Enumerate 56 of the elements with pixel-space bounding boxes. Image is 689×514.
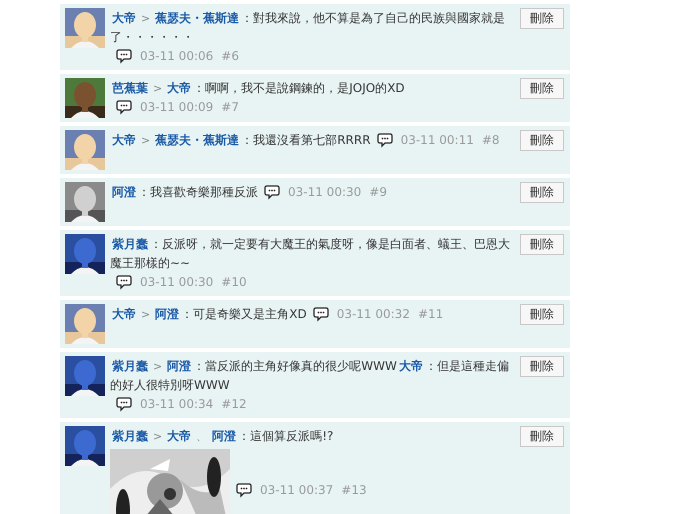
comment-text: 紫月蠢 > 阿澄 ：當反派的主角好像真的很少呢WWW 大帝 ：但是這種走偏的好人很特別呀WWW <box>110 358 510 394</box>
user-link[interactable]: 蕉瑟夫・蕉斯達 <box>155 133 240 147</box>
reply-icon[interactable] <box>116 396 132 412</box>
user-link[interactable]: 大帝 <box>112 307 136 321</box>
user-link[interactable]: 阿澄 <box>167 359 192 373</box>
delete-button[interactable]: 刪除 <box>520 426 564 447</box>
timestamp: 03-11 00:30 <box>140 275 214 289</box>
user-link[interactable]: 紫月蠢 <box>112 359 148 373</box>
user-link[interactable]: 大帝 <box>112 133 136 147</box>
user-link[interactable]: 芭蕉葉 <box>112 81 148 95</box>
timestamp: 03-11 00:06 <box>140 49 214 63</box>
floor-number: #9 <box>369 185 387 199</box>
reply-icon[interactable] <box>236 482 252 498</box>
comment-text: 大帝 > 阿澄 ：可是奇樂又是主角XD <box>111 306 307 323</box>
floor-number: #13 <box>341 483 367 497</box>
reply-icon[interactable] <box>116 274 132 290</box>
reply-icon[interactable] <box>312 306 329 322</box>
comment-text: 紫月蠢 > 大帝 、 阿澄 ：這個算反派嗎!? <box>111 428 334 445</box>
floor-number: #10 <box>221 275 247 289</box>
floor-number: #7 <box>221 100 239 114</box>
user-link[interactable]: 阿澄 <box>212 429 236 443</box>
timestamp: 03-11 00:09 <box>140 100 214 114</box>
user-link[interactable]: 阿澄 <box>155 307 180 321</box>
user-link[interactable]: 蕉瑟夫・蕉斯達 <box>155 11 240 25</box>
floor-number: #11 <box>418 307 444 321</box>
timestamp: 03-11 00:30 <box>288 185 362 199</box>
comment-text: 芭蕉葉 > 大帝 ：啊啊，我不是說鋼鍊的，是JOJO的XD <box>111 80 405 97</box>
delete-button[interactable]: 刪除 <box>520 304 564 325</box>
timestamp: 03-11 00:34 <box>140 397 214 411</box>
reply-icon[interactable] <box>116 99 132 115</box>
delete-button[interactable]: 刪除 <box>520 8 564 29</box>
delete-button[interactable]: 刪除 <box>520 356 564 377</box>
user-link[interactable]: 阿澄 <box>112 185 136 199</box>
comment-text: 紫月蠢 ：反派呀，就一定要有大魔王的氣度呀，像是白面者、蟻王、巴恩大魔王那樣的~~ <box>110 236 511 272</box>
timestamp: 03-11 00:11 <box>400 133 474 147</box>
reply-icon[interactable] <box>376 132 393 148</box>
reply-icon[interactable] <box>116 48 132 64</box>
user-link[interactable]: 大帝 <box>167 81 192 95</box>
user-link[interactable]: 大帝 <box>167 429 192 443</box>
user-link[interactable]: 紫月蠢 <box>112 429 148 443</box>
delete-button[interactable]: 刪除 <box>520 234 564 255</box>
timestamp: 03-11 00:32 <box>336 307 410 321</box>
timestamp: 03-11 00:37 <box>260 483 334 497</box>
reply-icon[interactable] <box>264 184 280 200</box>
comment-text: 大帝 > 蕉瑟夫・蕉斯達 ：我還沒看第七部RRRR <box>111 132 371 149</box>
floor-number: #8 <box>482 133 500 147</box>
user-link[interactable]: 大帝 <box>112 11 136 25</box>
floor-number: #6 <box>221 49 239 63</box>
user-link[interactable]: 紫月蠢 <box>112 237 148 251</box>
comment-text: 阿澄 ：我喜歡奇樂那種反派 <box>111 184 258 201</box>
delete-button[interactable]: 刪除 <box>520 182 564 203</box>
comment-text: 大帝 > 蕉瑟夫・蕉斯達 ：對我來說，他不算是為了自己的民族與國家就是了・・・・・・ <box>110 10 506 46</box>
delete-button[interactable]: 刪除 <box>520 78 564 99</box>
floor-number: #12 <box>221 397 247 411</box>
delete-button[interactable]: 刪除 <box>520 130 564 151</box>
user-link[interactable]: 大帝 <box>398 359 423 373</box>
